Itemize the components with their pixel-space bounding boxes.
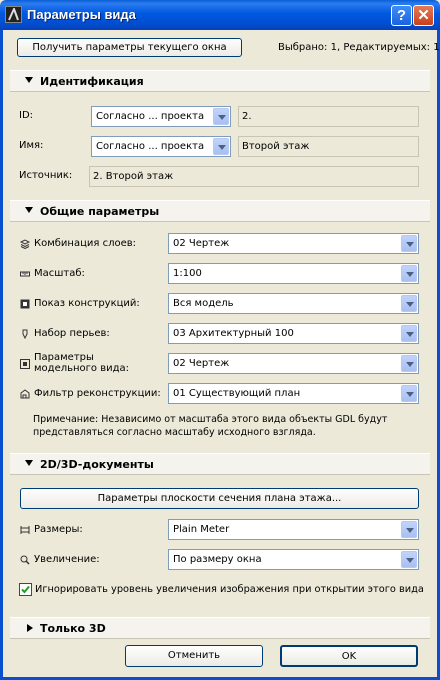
zoom-value: По размеру окна <box>173 554 262 565</box>
dimensions-select[interactable]: Plain Meter <box>168 519 419 540</box>
model-view-options-label: Параметры модельного вида: <box>34 352 130 374</box>
archicad-logo-icon <box>5 6 22 23</box>
close-button[interactable]: ✕ <box>413 5 434 26</box>
id-source-select[interactable]: Согласно ... проекта <box>91 106 231 127</box>
cancel-button[interactable]: Отменить <box>125 645 263 667</box>
chevron-down-icon[interactable] <box>401 235 417 252</box>
pen-icon <box>22 329 28 339</box>
section-general-header[interactable]: Общие параметры <box>10 200 430 222</box>
window-title: Параметры вида <box>27 7 136 22</box>
pen-set-select[interactable]: 03 Архитектурный 100 <box>168 323 419 344</box>
name-source-select[interactable]: Согласно ... проекта <box>91 136 231 157</box>
scale-value: 1:100 <box>173 268 202 279</box>
chevron-down-icon[interactable] <box>401 265 417 282</box>
scale-label: Масштаб: <box>34 268 85 279</box>
scale-select[interactable]: 1:100 <box>168 263 419 284</box>
name-value: Второй этаж <box>242 141 310 152</box>
chevron-down-icon[interactable] <box>401 385 417 402</box>
section-only-3d-header[interactable]: Только 3D <box>10 617 430 639</box>
chevron-down-icon[interactable] <box>401 355 417 372</box>
chevron-down-icon[interactable] <box>213 108 229 125</box>
collapse-arrow-icon <box>25 460 33 466</box>
pen-set-label: Набор перьев: <box>34 328 110 339</box>
layers-icon <box>20 239 30 249</box>
structure-icon <box>20 299 30 309</box>
id-label: ID: <box>19 110 34 121</box>
title-bar: Параметры вида ? ✕ <box>0 0 440 30</box>
collapse-arrow-icon <box>25 207 33 213</box>
layer-combination-value: 02 Чертеж <box>173 238 230 249</box>
structure-display-select[interactable]: Вся модель <box>168 293 419 314</box>
id-field: 2. <box>238 106 419 127</box>
id-value: 2. <box>242 111 252 122</box>
dimensions-icon <box>20 526 30 534</box>
layer-combination-label: Комбинация слоев: <box>34 238 137 249</box>
window-frame-left <box>0 30 3 680</box>
renovation-filter-label: Фильтр реконструкции: <box>34 388 161 399</box>
renovation-filter-select[interactable]: 01 Существующий план <box>168 383 419 404</box>
zoom-icon <box>20 555 30 565</box>
zoom-select[interactable]: По размеру окна <box>168 549 419 570</box>
name-label: Имя: <box>19 140 44 151</box>
renovation-filter-value: 01 Существующий план <box>173 388 301 399</box>
structure-display-label: Показ конструкций: <box>34 298 140 309</box>
ignore-zoom-label[interactable]: Игнорировать уровень увеличения изображе… <box>35 584 424 595</box>
pen-set-value: 03 Архитектурный 100 <box>173 328 294 339</box>
chevron-down-icon[interactable] <box>213 138 229 155</box>
checkmark-icon <box>21 585 30 594</box>
collapse-arrow-icon <box>25 77 33 83</box>
dimensions-label: Размеры: <box>34 524 83 535</box>
chevron-down-icon[interactable] <box>401 551 417 568</box>
selection-status: Выбрано: 1, Редактируемых: 1 <box>278 42 440 53</box>
floor-plan-cut-plane-button[interactable]: Параметры плоскости сечения плана этажа.… <box>20 488 419 509</box>
model-view-options-select[interactable]: 02 Чертеж <box>168 353 419 374</box>
name-field: Второй этаж <box>238 136 419 157</box>
chevron-down-icon[interactable] <box>401 325 417 342</box>
source-label: Источник: <box>19 170 73 181</box>
section-identification-header[interactable]: Идентификация <box>10 70 430 92</box>
source-field: 2. Второй этаж <box>89 166 419 187</box>
dimensions-value: Plain Meter <box>173 524 230 535</box>
id-source-value: Согласно ... проекта <box>96 111 205 122</box>
chevron-down-icon[interactable] <box>401 295 417 312</box>
section-2d3d-docs-header[interactable]: 2D/3D-документы <box>10 453 430 475</box>
section-title: Общие параметры <box>40 205 160 218</box>
ignore-zoom-checkbox[interactable] <box>19 583 32 596</box>
get-current-window-params-button[interactable]: Получить параметры текущего окна <box>17 38 242 57</box>
model-view-icon <box>20 359 30 369</box>
ok-button[interactable]: OK <box>280 645 418 667</box>
help-button[interactable]: ? <box>391 5 412 26</box>
section-title: Только 3D <box>40 622 106 635</box>
zoom-label: Увеличение: <box>34 554 100 565</box>
chevron-down-icon[interactable] <box>401 521 417 538</box>
layer-combination-select[interactable]: 02 Чертеж <box>168 233 419 254</box>
gdl-scale-note: Примечание: Независимо от масштаба этого… <box>33 414 388 438</box>
name-source-value: Согласно ... проекта <box>96 141 205 152</box>
expand-arrow-icon <box>27 624 33 632</box>
section-title: 2D/3D-документы <box>40 458 154 471</box>
scale-icon <box>20 271 30 277</box>
source-value: 2. Второй этаж <box>93 171 174 182</box>
section-title: Идентификация <box>40 75 144 88</box>
model-view-options-value: 02 Чертеж <box>173 358 230 369</box>
renovation-icon <box>20 389 30 399</box>
structure-display-value: Вся модель <box>173 298 234 309</box>
